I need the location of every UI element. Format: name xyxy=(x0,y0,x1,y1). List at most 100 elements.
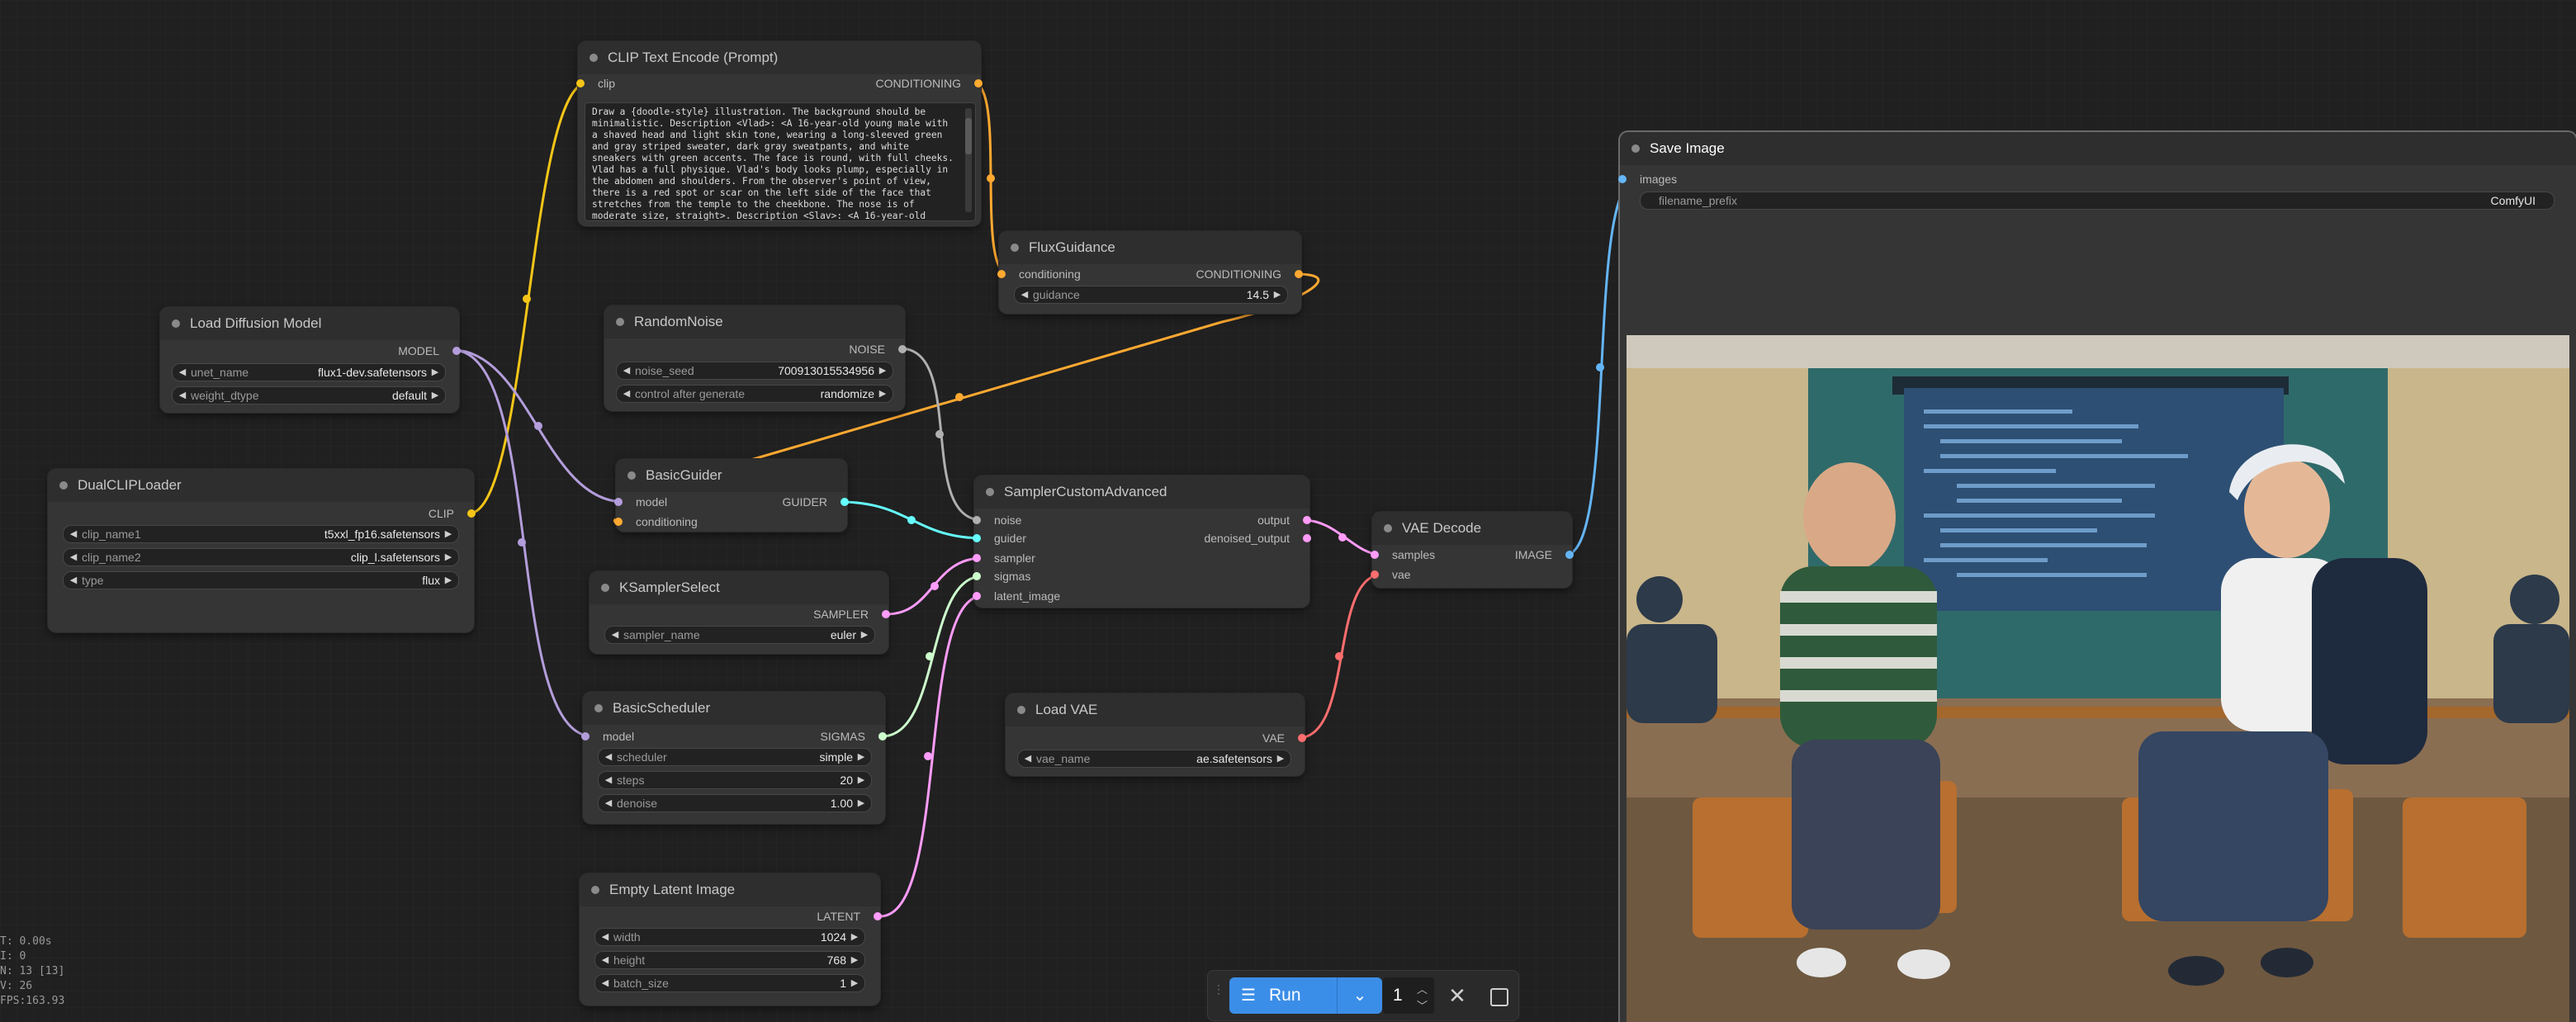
node-collapse-dot[interactable] xyxy=(594,704,603,712)
node-collapse-dot[interactable] xyxy=(59,481,68,490)
prompt-textarea[interactable]: Draw a {doodle-style} illustration. The … xyxy=(585,102,976,221)
input-latent-image[interactable]: latent_image xyxy=(973,589,1060,603)
input-conditioning[interactable]: conditioning xyxy=(997,267,1081,282)
node-collapse-dot[interactable] xyxy=(1017,706,1025,714)
close-icon[interactable]: ✕ xyxy=(1441,979,1474,1012)
node-load-vae[interactable]: Load VAE VAE ◀ vae_name ae.safetensors ▶ xyxy=(1006,693,1306,776)
input-clip[interactable]: clip xyxy=(576,76,615,91)
arrow-left-icon[interactable]: ◀ xyxy=(599,975,612,991)
output-sigmas[interactable]: SIGMAS xyxy=(821,729,887,744)
input-sigmas[interactable]: sigmas xyxy=(973,569,1030,584)
node-collapse-dot[interactable] xyxy=(627,471,636,480)
node-collapse-dot[interactable] xyxy=(986,488,994,496)
arrow-left-icon[interactable]: ◀ xyxy=(67,572,80,589)
arrow-right-icon[interactable]: ▶ xyxy=(429,364,442,381)
widget-sampler-name[interactable]: ◀ sampler_name euler ▶ xyxy=(604,626,875,644)
input-model[interactable]: model xyxy=(581,729,634,744)
chevron-down-icon[interactable]: ﹀ xyxy=(1417,997,1428,1013)
widget-clip-name1[interactable]: ◀ clip_name1 t5xxl_fp16.safetensors ▶ xyxy=(63,525,459,543)
output-noise[interactable]: NOISE xyxy=(849,342,907,357)
queue-count-stepper[interactable]: 1 ︿ ﹀ xyxy=(1383,977,1434,1014)
input-sampler[interactable]: sampler xyxy=(973,551,1035,565)
node-ksampler-select[interactable]: KSamplerSelect SAMPLER ◀ sampler_name eule… xyxy=(590,571,890,654)
node-empty-latent-image[interactable]: Empty Latent Image LATENT ◀ width 1024 ▶ ◀ h… xyxy=(580,873,882,1005)
node-basic-scheduler[interactable]: BasicScheduler model SIGMAS ◀ scheduler si… xyxy=(581,692,887,824)
prompt-scroll-thumb[interactable] xyxy=(965,118,972,154)
drag-handle-icon[interactable]: ⋮⋮ xyxy=(1213,983,1236,1007)
widget-clip-name2[interactable]: ◀ clip_name2 clip_l.safetensors ▶ xyxy=(63,548,459,566)
output-conditioning[interactable]: CONDITIONING xyxy=(1196,267,1303,282)
input-vae[interactable]: vae xyxy=(1371,567,1411,582)
widget-filename-prefix[interactable]: filename_prefix ComfyUI xyxy=(1640,192,2555,210)
arrow-right-icon[interactable]: ▶ xyxy=(855,772,868,788)
input-noise[interactable]: noise xyxy=(973,513,1021,528)
arrow-right-icon[interactable]: ▶ xyxy=(442,526,455,542)
node-collapse-dot[interactable] xyxy=(616,318,624,326)
widget-weight-dtype[interactable]: ◀ weight_dtype default ▶ xyxy=(172,386,446,405)
widget-width[interactable]: ◀ width 1024 ▶ xyxy=(594,928,865,946)
input-samples[interactable]: samples xyxy=(1371,547,1435,562)
output-clip[interactable]: CLIP xyxy=(429,506,476,521)
arrow-left-icon[interactable]: ◀ xyxy=(67,526,80,542)
arrow-left-icon[interactable]: ◀ xyxy=(620,386,633,402)
output-denoised-output[interactable]: denoised_output xyxy=(1204,531,1311,546)
node-basic-guider[interactable]: BasicGuider model GUIDER conditioning xyxy=(614,459,849,532)
node-collapse-dot[interactable] xyxy=(1011,244,1019,252)
arrow-right-icon[interactable]: ▶ xyxy=(848,952,861,968)
arrow-right-icon[interactable]: ▶ xyxy=(876,362,889,379)
arrow-left-icon[interactable]: ◀ xyxy=(599,929,612,945)
arrow-right-icon[interactable]: ▶ xyxy=(442,549,455,565)
arrow-right-icon[interactable]: ▶ xyxy=(848,929,861,945)
widget-control-after-generate[interactable]: ◀ control after generate randomize ▶ xyxy=(616,385,893,403)
output-guider[interactable]: GUIDER xyxy=(783,494,849,509)
arrow-right-icon[interactable]: ▶ xyxy=(442,572,455,589)
node-dual-clip-loader[interactable]: DualCLIPLoader CLIP ◀ clip_name1 t5xxl_fp1… xyxy=(48,469,476,632)
widget-type[interactable]: ◀ type flux ▶ xyxy=(63,571,459,589)
arrow-left-icon[interactable]: ◀ xyxy=(608,627,622,643)
arrow-right-icon[interactable]: ▶ xyxy=(1271,286,1284,303)
arrow-left-icon[interactable]: ◀ xyxy=(176,387,189,404)
output-model[interactable]: MODEL xyxy=(398,343,461,358)
node-collapse-dot[interactable] xyxy=(591,886,599,894)
node-collapse-dot[interactable] xyxy=(590,54,598,62)
widget-height[interactable]: ◀ height 768 ▶ xyxy=(594,951,865,969)
arrow-left-icon[interactable]: ◀ xyxy=(176,364,189,381)
arrow-right-icon[interactable]: ▶ xyxy=(848,975,861,991)
output-conditioning[interactable]: CONDITIONING xyxy=(876,76,983,91)
node-collapse-dot[interactable] xyxy=(1631,144,1640,153)
node-collapse-dot[interactable] xyxy=(1384,524,1392,532)
widget-guidance[interactable]: ◀ guidance 14.5 ▶ xyxy=(1014,286,1288,304)
input-conditioning[interactable]: conditioning xyxy=(614,514,698,529)
widget-denoise[interactable]: ◀ denoise 1.00 ▶ xyxy=(598,794,872,812)
arrow-right-icon[interactable]: ▶ xyxy=(876,386,889,402)
arrow-left-icon[interactable]: ◀ xyxy=(599,952,612,968)
widget-vae-name[interactable]: ◀ vae_name ae.safetensors ▶ xyxy=(1017,750,1291,768)
run-button[interactable]: ☰ Run xyxy=(1229,977,1337,1014)
node-load-diffusion-model[interactable]: Load Diffusion Model MODEL ◀ unet_name flu… xyxy=(160,307,461,413)
arrow-left-icon[interactable]: ◀ xyxy=(67,549,80,565)
arrow-left-icon[interactable]: ◀ xyxy=(602,772,615,788)
input-model[interactable]: model xyxy=(614,494,667,509)
node-clip-text-encode[interactable]: CLIP Text Encode (Prompt) clip CONDITION… xyxy=(576,41,983,226)
node-collapse-dot[interactable] xyxy=(601,584,609,592)
arrow-right-icon[interactable]: ▶ xyxy=(429,387,442,404)
run-mode-dropdown[interactable]: ⌄ xyxy=(1337,977,1382,1014)
widget-unet-name[interactable]: ◀ unet_name flux1-dev.safetensors ▶ xyxy=(172,363,446,381)
widget-noise-seed[interactable]: ◀ noise_seed 700913015534956 ▶ xyxy=(616,362,893,380)
output-image-preview[interactable] xyxy=(1627,335,2569,1022)
widget-steps[interactable]: ◀ steps 20 ▶ xyxy=(598,771,872,789)
output-image[interactable]: IMAGE xyxy=(1515,547,1574,562)
stop-square-icon[interactable] xyxy=(1482,979,1515,1012)
output-latent[interactable]: LATENT xyxy=(817,909,882,924)
arrow-left-icon[interactable]: ◀ xyxy=(602,795,615,811)
arrow-right-icon[interactable]: ▶ xyxy=(855,749,868,765)
arrow-left-icon[interactable]: ◀ xyxy=(602,749,615,765)
arrow-right-icon[interactable]: ▶ xyxy=(858,627,871,643)
node-flux-guidance[interactable]: FluxGuidance conditioning CONDITIONING ◀… xyxy=(997,231,1303,314)
chevron-up-icon[interactable]: ︿ xyxy=(1417,981,1428,996)
node-vae-decode[interactable]: VAE Decode samples IMAGE vae xyxy=(1371,512,1574,588)
node-save-image[interactable]: Save Image images filename_prefix ComfyUI xyxy=(1618,132,2576,1022)
input-guider[interactable]: guider xyxy=(973,531,1026,546)
arrow-right-icon[interactable]: ▶ xyxy=(1274,750,1287,767)
output-sampler[interactable]: SAMPLER xyxy=(813,607,890,622)
